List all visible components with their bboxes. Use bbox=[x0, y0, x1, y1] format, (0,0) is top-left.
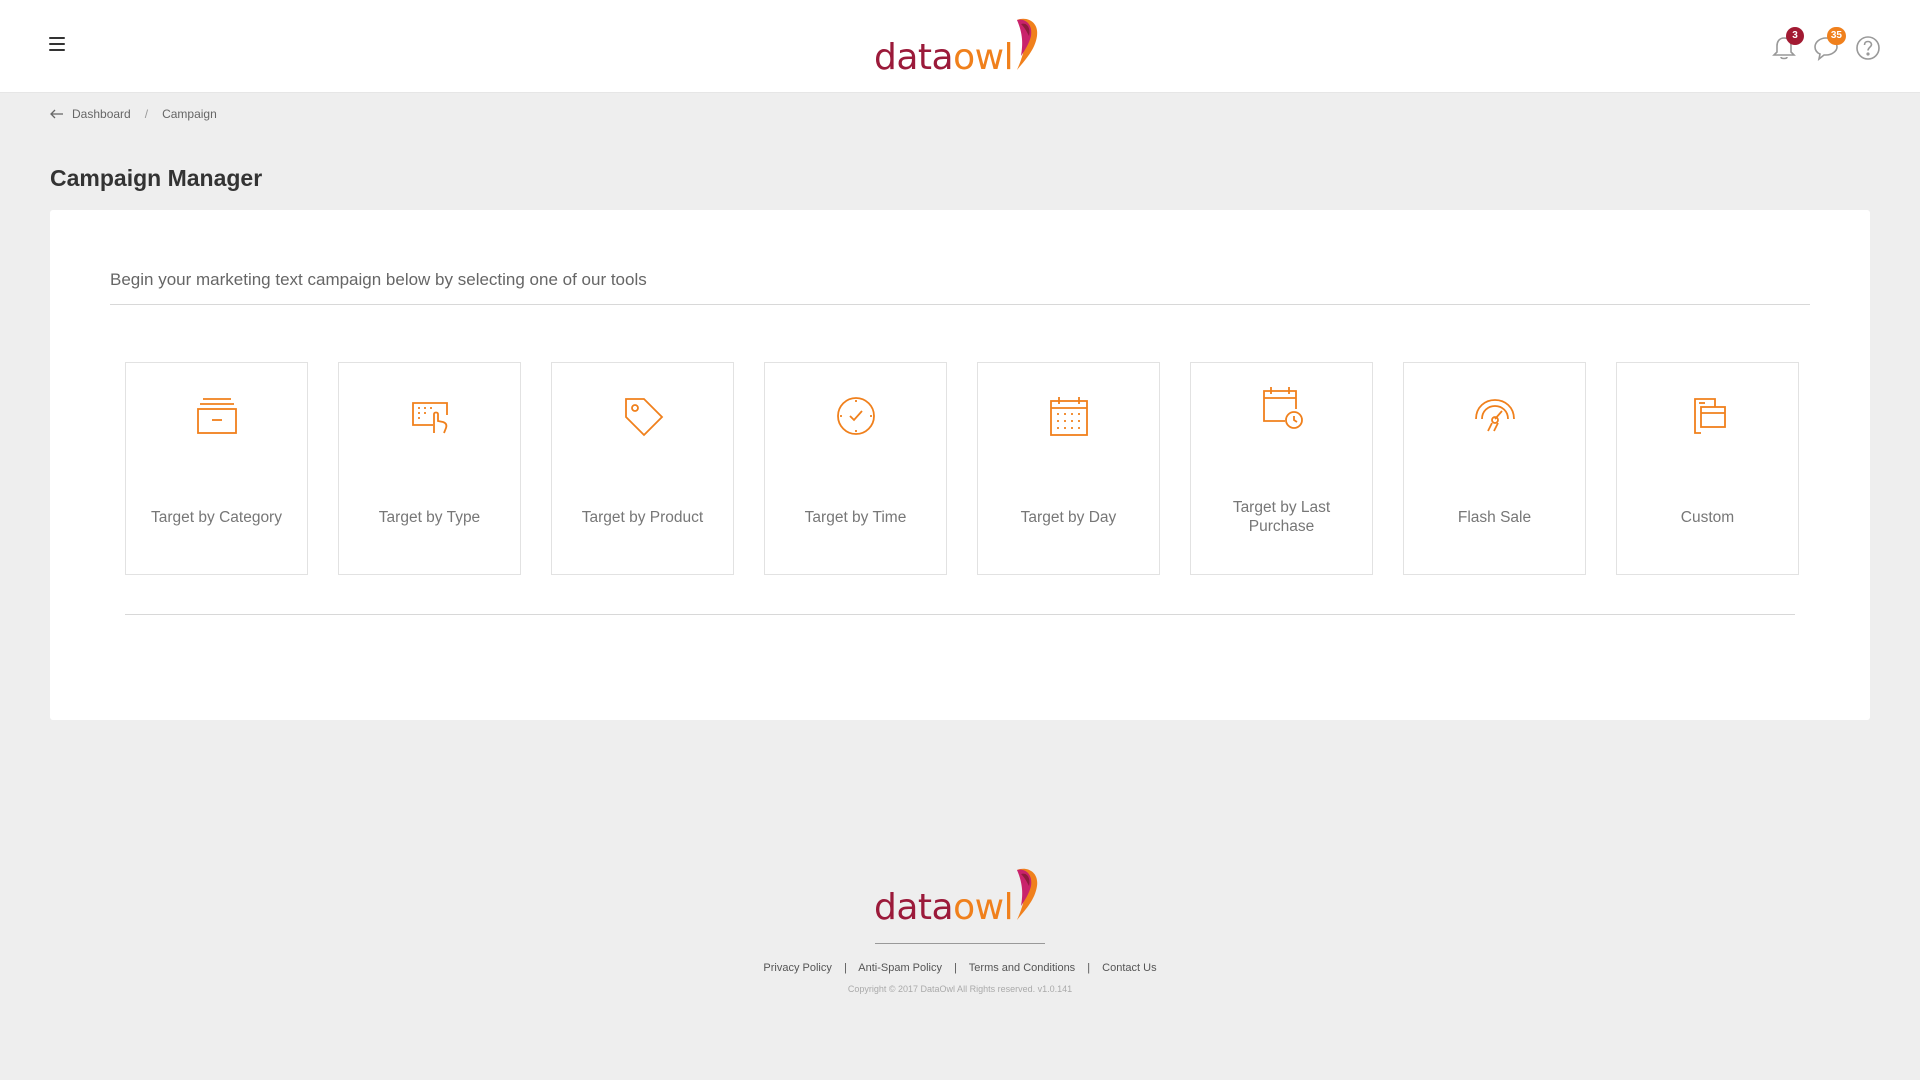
intro-text: Begin your marketing text campaign below… bbox=[110, 270, 1810, 305]
tool-target-by-product[interactable]: Target by Product bbox=[551, 362, 734, 575]
footer-logo: dataowl bbox=[874, 864, 1043, 926]
calendar-icon bbox=[1049, 397, 1088, 436]
anti-spam-policy-link[interactable]: Anti-Spam Policy bbox=[858, 962, 942, 974]
footer-link-separator: | bbox=[954, 962, 957, 974]
tool-label: Flash Sale bbox=[1457, 508, 1532, 526]
footer-links: Privacy Policy | Anti-Spam Policy | Term… bbox=[0, 962, 1920, 974]
tool-label: Custom bbox=[1680, 508, 1735, 526]
tool-flash-sale[interactable]: Flash Sale bbox=[1403, 362, 1586, 575]
tool-custom[interactable]: Custom bbox=[1616, 362, 1799, 575]
breadcrumb-dashboard-link[interactable]: Dashboard bbox=[72, 107, 131, 121]
card-divider bbox=[125, 614, 1795, 615]
notifications-button[interactable]: 3 bbox=[1770, 27, 1804, 62]
page-title: Campaign Manager bbox=[50, 165, 263, 191]
hamburger-menu-icon[interactable] bbox=[46, 33, 68, 55]
privacy-policy-link[interactable]: Privacy Policy bbox=[763, 962, 831, 974]
breadcrumb-current: Campaign bbox=[162, 107, 217, 121]
messages-badge: 35 bbox=[1826, 27, 1846, 45]
tool-target-by-category[interactable]: Target by Category bbox=[125, 362, 308, 575]
archive-box-icon bbox=[196, 398, 237, 434]
feather-logo-icon bbox=[1017, 18, 1038, 70]
notifications-badge: 3 bbox=[1786, 27, 1804, 45]
feather-logo-icon bbox=[1017, 868, 1038, 920]
terms-link[interactable]: Terms and Conditions bbox=[969, 962, 1075, 974]
tool-label: Target by Time bbox=[804, 508, 907, 526]
help-button[interactable] bbox=[1854, 34, 1882, 62]
tool-label: Target by Last Purchase bbox=[1232, 499, 1331, 535]
tool-label: Target by Category bbox=[151, 508, 282, 526]
tool-target-by-day[interactable]: Target by Day bbox=[977, 362, 1160, 575]
card-document-icon bbox=[1693, 398, 1726, 434]
tool-target-by-type[interactable]: Target by Type bbox=[338, 362, 521, 575]
breadcrumb-separator: / bbox=[144, 107, 149, 121]
calendar-clock-icon bbox=[1262, 387, 1303, 429]
logo-wordmark: dataowl bbox=[874, 37, 1014, 78]
tool-label: Target by Type bbox=[378, 508, 481, 526]
logo-wordmark: dataowl bbox=[874, 887, 1014, 928]
copyright-text: Copyright © 2017 DataOwl All Rights rese… bbox=[847, 984, 1073, 994]
footer-link-separator: | bbox=[1087, 962, 1091, 974]
touch-keypad-icon bbox=[411, 402, 448, 434]
tool-target-by-last-purchase[interactable]: Target by Last Purchase bbox=[1190, 362, 1373, 575]
footer-link-separator: | bbox=[843, 962, 847, 974]
tag-icon bbox=[624, 398, 663, 437]
contact-us-link[interactable]: Contact Us bbox=[1102, 962, 1156, 974]
top-bar: dataowl 3 35 bbox=[0, 0, 1920, 93]
tool-label: Target by Day bbox=[1020, 508, 1117, 526]
footer-divider bbox=[875, 943, 1045, 944]
tool-label: Target by Product bbox=[581, 508, 704, 526]
messages-button[interactable]: 35 bbox=[1812, 27, 1846, 62]
back-arrow-icon[interactable] bbox=[50, 109, 64, 119]
header-logo[interactable]: dataowl bbox=[874, 14, 1043, 76]
tool-grid: Target by Category Target by Type Target… bbox=[125, 362, 1799, 575]
help-icon bbox=[1856, 36, 1880, 60]
speedometer-icon bbox=[1474, 399, 1515, 432]
breadcrumb: Dashboard / Campaign bbox=[50, 107, 217, 121]
clock-icon bbox=[836, 397, 875, 435]
campaign-tools-card: Begin your marketing text campaign below… bbox=[50, 210, 1870, 720]
tool-target-by-time[interactable]: Target by Time bbox=[764, 362, 947, 575]
